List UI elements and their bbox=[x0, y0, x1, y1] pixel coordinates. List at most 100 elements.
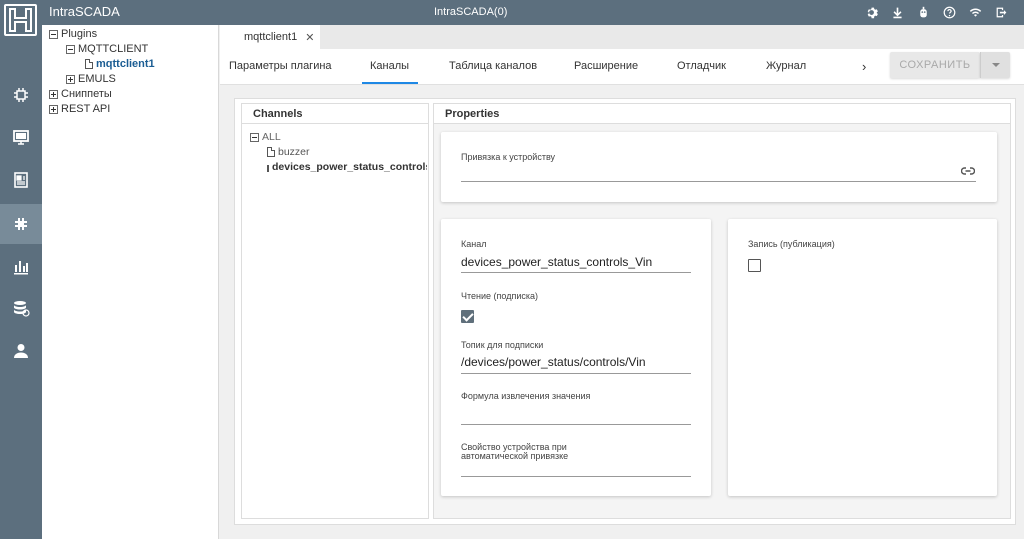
tree-label: EMULS bbox=[78, 73, 116, 85]
document-icon bbox=[14, 172, 28, 188]
tree-item-mqttclient1[interactable]: mqttclient1 bbox=[85, 58, 155, 70]
tab-journal[interactable]: Журнал bbox=[766, 49, 806, 85]
input-underline bbox=[461, 373, 691, 374]
logout-button[interactable] bbox=[988, 3, 1014, 22]
read-label: Чтение (подписка) bbox=[461, 291, 538, 301]
wifi-icon bbox=[969, 8, 981, 17]
app-logo bbox=[4, 4, 37, 36]
write-card: Запись (публикация) bbox=[728, 219, 997, 496]
tree-label: mqttclient1 bbox=[96, 58, 155, 70]
chart-icon bbox=[14, 261, 28, 275]
user-icon bbox=[14, 344, 28, 358]
collapse-icon[interactable] bbox=[49, 29, 58, 39]
channel-tree-all[interactable]: ALL bbox=[250, 131, 281, 143]
logout-icon bbox=[996, 7, 1006, 18]
tree-label: Сниппеты bbox=[61, 88, 112, 100]
read-card: Канал devices_power_status_controls_Vin … bbox=[441, 219, 711, 496]
tree-item-mqttclient[interactable]: MQTTCLIENT bbox=[66, 43, 148, 55]
formula-label: Формула извлечения значения bbox=[461, 391, 591, 401]
document-tabs: mqttclient1 ✕ bbox=[220, 25, 1024, 49]
input-underline bbox=[461, 272, 691, 273]
tab-plugin-params[interactable]: Параметры плагина bbox=[229, 49, 332, 85]
sub-topic-input[interactable]: /devices/power_status/controls/Vin bbox=[461, 355, 646, 369]
tree-label: MQTTCLIENT bbox=[78, 43, 149, 55]
rail-monitor-button[interactable] bbox=[0, 117, 42, 157]
collapse-icon[interactable] bbox=[66, 44, 75, 54]
expand-icon[interactable] bbox=[49, 104, 58, 114]
tab-channels[interactable]: Каналы bbox=[370, 49, 409, 85]
left-rail bbox=[0, 0, 42, 539]
input-underline bbox=[461, 424, 691, 425]
device-binding-label: Привязка к устройству bbox=[461, 152, 556, 162]
tree-item-rest-api[interactable]: REST API bbox=[49, 103, 110, 115]
channel-item-buzzer[interactable]: buzzer bbox=[267, 146, 310, 158]
plugin-icon bbox=[15, 218, 27, 230]
write-checkbox[interactable] bbox=[748, 259, 761, 272]
database-icon bbox=[14, 301, 30, 317]
tree-label: Plugins bbox=[61, 28, 98, 40]
tab-channel-table[interactable]: Таблица каналов bbox=[449, 49, 537, 85]
properties-header: Properties bbox=[434, 104, 1010, 124]
doc-tab-label: mqttclient1 bbox=[244, 31, 298, 43]
link-icon[interactable] bbox=[961, 166, 975, 176]
tree-item-plugins[interactable]: Plugins bbox=[49, 28, 97, 40]
monitor-icon bbox=[13, 130, 29, 145]
active-tab-indicator bbox=[362, 82, 418, 84]
device-binding-card: Привязка к устройству bbox=[441, 132, 997, 202]
close-icon[interactable]: ✕ bbox=[305, 31, 314, 44]
settings-button[interactable] bbox=[858, 3, 884, 22]
main-area: mqttclient1 ✕ Параметры плагина Каналы Т… bbox=[220, 25, 1024, 539]
input-underline bbox=[461, 476, 691, 477]
rail-document-button[interactable] bbox=[0, 160, 42, 200]
tab-extension[interactable]: Расширение bbox=[574, 49, 638, 85]
expand-icon[interactable] bbox=[49, 89, 58, 99]
chevron-down-icon bbox=[991, 63, 1000, 67]
window-title: IntraSCADA(0) bbox=[434, 6, 508, 18]
channel-item-vin[interactable]: devices_power_status_controls_Vin bbox=[267, 161, 427, 173]
tree-label: REST API bbox=[61, 103, 111, 115]
device-binding-input[interactable] bbox=[461, 164, 976, 180]
rail-plugins-button[interactable] bbox=[0, 204, 42, 244]
file-icon bbox=[85, 59, 93, 69]
plugin-tree: Plugins MQTTCLIENT mqttclient1 EMULS Сни… bbox=[42, 25, 219, 539]
app-title: IntraSCADA bbox=[49, 4, 120, 19]
tree-item-snippets[interactable]: Сниппеты bbox=[49, 88, 112, 100]
rail-user-button[interactable] bbox=[0, 331, 42, 371]
download-button[interactable] bbox=[884, 3, 910, 22]
help-button[interactable] bbox=[936, 3, 962, 22]
download-icon bbox=[892, 7, 902, 19]
channel-input[interactable]: devices_power_status_controls_Vin bbox=[461, 255, 652, 269]
help-icon bbox=[943, 6, 955, 19]
channel-label: Канал bbox=[461, 239, 487, 249]
save-dropdown-button[interactable] bbox=[980, 52, 1010, 78]
logo-icon bbox=[9, 8, 32, 32]
gear-icon bbox=[867, 7, 878, 19]
channels-header: Channels bbox=[242, 104, 428, 124]
tabs-scroll-right-icon[interactable]: › bbox=[862, 59, 866, 74]
chip-icon bbox=[14, 88, 28, 102]
input-underline bbox=[461, 181, 976, 182]
expand-icon[interactable] bbox=[66, 74, 75, 84]
doc-tab-mqttclient1[interactable]: mqttclient1 ✕ bbox=[220, 25, 320, 49]
tree-label: buzzer bbox=[278, 146, 310, 158]
device-prop-input[interactable] bbox=[461, 459, 691, 475]
collapse-icon[interactable] bbox=[250, 132, 259, 142]
file-icon bbox=[267, 162, 269, 172]
save-button[interactable]: СОХРАНИТЬ bbox=[890, 52, 980, 78]
robot-icon bbox=[919, 6, 927, 18]
top-bar: IntraSCADA IntraSCADA(0) bbox=[42, 0, 1024, 25]
topbar-icons bbox=[858, 3, 1014, 22]
robot-button[interactable] bbox=[910, 3, 936, 22]
file-icon bbox=[267, 147, 275, 157]
rail-chip-button[interactable] bbox=[0, 75, 42, 115]
channels-content: Channels ALL buzzer devices_power_status… bbox=[234, 98, 1016, 525]
formula-input[interactable] bbox=[461, 405, 691, 421]
wifi-button[interactable] bbox=[962, 3, 988, 22]
tree-item-emuls[interactable]: EMULS bbox=[66, 73, 116, 85]
write-label: Запись (публикация) bbox=[748, 239, 835, 249]
rail-chart-button[interactable] bbox=[0, 246, 42, 286]
rail-database-button[interactable] bbox=[0, 288, 42, 328]
read-checkbox[interactable] bbox=[461, 310, 474, 323]
tab-debugger[interactable]: Отладчик bbox=[677, 49, 726, 85]
sub-topic-label: Топик для подписки bbox=[461, 340, 544, 350]
